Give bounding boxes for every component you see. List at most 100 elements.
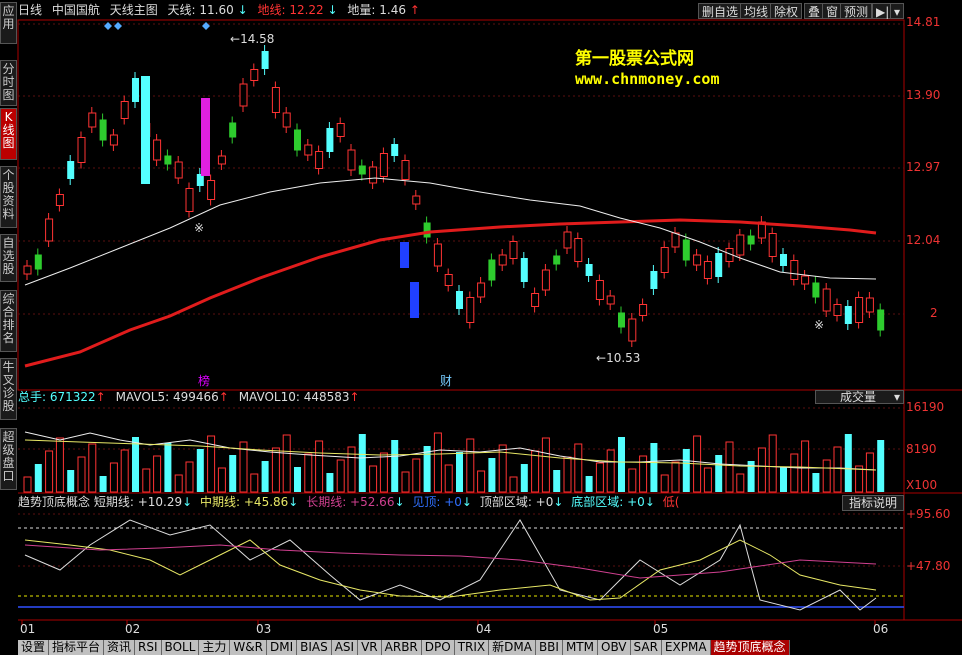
- candle-body: [865, 297, 874, 313]
- candle-body: [132, 78, 139, 102]
- date-tick: 01: [20, 622, 36, 636]
- bottom-tab[interactable]: DPO: [421, 640, 455, 655]
- candle-body: [410, 282, 419, 318]
- bottom-tab[interactable]: 指标平台: [49, 640, 105, 655]
- volume-bar: [77, 456, 86, 493]
- bottom-tab[interactable]: BBI: [535, 640, 563, 655]
- volume-bar: [358, 434, 366, 492]
- volume-bar: [768, 434, 777, 493]
- bottom-tab[interactable]: ASI: [331, 640, 359, 655]
- volume-bar: [412, 458, 421, 493]
- candle-body: [855, 297, 864, 323]
- candle-body: [509, 241, 518, 259]
- candle-body: [369, 166, 378, 184]
- top-zone-value: 顶部区域: +0: [479, 495, 554, 509]
- volume-bar: [574, 443, 583, 493]
- candle-body: [294, 129, 301, 151]
- bottom-tab[interactable]: DMI: [266, 640, 298, 655]
- bottom-tab[interactable]: OBV: [598, 640, 631, 655]
- bottom-tab[interactable]: 趋势顶底概念: [710, 640, 790, 655]
- date-tick: 04: [476, 622, 492, 636]
- bottom-tab[interactable]: 资讯: [104, 640, 136, 655]
- candle-body: [790, 260, 799, 280]
- candle-body: [326, 128, 334, 152]
- volume-bar: [477, 470, 486, 493]
- price-tick: 12.04: [906, 233, 941, 247]
- volume-bar: [185, 461, 194, 493]
- volume-bar: [844, 434, 852, 492]
- candle-body: [141, 76, 150, 184]
- candle-body: [693, 254, 702, 266]
- signal-diamonds: [104, 22, 210, 30]
- price-tick: 12.97: [906, 160, 941, 174]
- bottom-tab[interactable]: VR: [358, 640, 382, 655]
- bottom-tab[interactable]: RSI: [135, 640, 162, 655]
- bottom-tab[interactable]: BOLL: [161, 640, 200, 655]
- candle-body: [45, 218, 54, 242]
- candle-body: [444, 274, 453, 286]
- candle-body: [574, 238, 583, 262]
- price-tick: 13.90: [906, 88, 941, 102]
- candle-body: [466, 297, 475, 323]
- candle-body: [239, 83, 248, 107]
- volume-bar: [671, 461, 680, 493]
- candle-body: [606, 295, 615, 305]
- bottom-tab[interactable]: SAR: [630, 640, 662, 655]
- volume-bar: [456, 452, 463, 492]
- volume-bar: [99, 476, 107, 492]
- candle-body: [347, 149, 356, 171]
- volume-bar: [423, 446, 431, 492]
- volume-bar: [282, 434, 291, 493]
- bottom-tab[interactable]: MTM: [562, 640, 598, 655]
- volume-bar: [877, 440, 885, 492]
- candle-body: [456, 291, 463, 309]
- candle-body: [391, 144, 399, 156]
- bottom-tab[interactable]: EXPMA: [661, 640, 711, 655]
- candle-body: [703, 261, 712, 279]
- candle-body: [595, 280, 604, 300]
- volume-selector[interactable]: 成交量 ▾: [815, 390, 904, 404]
- bottom-tab[interactable]: TRIX: [454, 640, 490, 655]
- indicator-tab-strip: 设置 指标平台 资讯 RSI BOLL 主力 W&R DMI BIAS ASI VR ARBR DPO T…: [18, 640, 962, 655]
- candle-body: [618, 312, 625, 328]
- mavol10-value: MAVOL10: 448583: [238, 390, 350, 404]
- candle-body: [877, 309, 885, 331]
- candle-body: [682, 239, 690, 261]
- bottom-tab[interactable]: 新DMA: [489, 640, 536, 655]
- bang-marker: 榜: [198, 374, 211, 388]
- candle-body: [563, 231, 572, 249]
- volume-bar: [541, 437, 550, 493]
- candle-body: [650, 271, 658, 289]
- bottom-tab[interactable]: W&R: [230, 640, 267, 655]
- bottom-tab[interactable]: 设置: [18, 640, 50, 655]
- volume-bar: [174, 474, 183, 493]
- candle-body: [488, 259, 496, 281]
- candle-body: [250, 69, 259, 81]
- volume-bar: [757, 447, 766, 493]
- volume-bar: [563, 456, 572, 493]
- candle-body: [639, 304, 648, 316]
- candle-body: [736, 234, 745, 256]
- volume-bar: [34, 464, 42, 492]
- indicator-header: 趋势顶底概念 短期线: +10.29↓ 中期线: +45.86↓ 长期线: +5…: [18, 495, 680, 509]
- indicator-title[interactable]: 趋势顶底概念: [18, 495, 90, 509]
- volume-bar: [650, 443, 658, 492]
- candle-body: [628, 318, 637, 342]
- candle-body: [217, 155, 226, 165]
- bottom-tab[interactable]: BIAS: [297, 640, 332, 655]
- candle-body: [358, 165, 366, 175]
- volume-bar: [120, 449, 129, 493]
- volume-bar: [833, 446, 842, 493]
- bottom-tab[interactable]: 主力: [199, 640, 231, 655]
- bottom-tab[interactable]: ARBR: [381, 640, 422, 655]
- star-marker: ※: [194, 221, 205, 235]
- candle-body: [201, 98, 210, 176]
- candle-body: [120, 101, 129, 119]
- candle-body: [833, 304, 842, 316]
- candle-body: [671, 232, 680, 248]
- mavol5-value: MAVOL5: 499466: [115, 390, 219, 404]
- indicator-help-button[interactable]: 指标说明: [842, 495, 904, 511]
- volume-bar: [812, 473, 820, 492]
- volume-bar: [196, 449, 204, 492]
- volume-bar: [401, 471, 410, 493]
